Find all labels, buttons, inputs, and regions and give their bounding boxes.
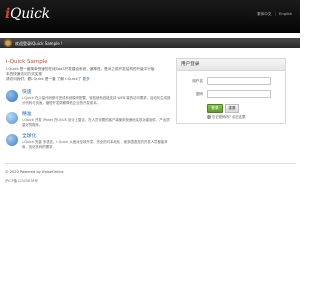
intro-text: i-Quick 是一套简单快速的在线SaaS开发建设系统，速率低，是对之前开发结…: [6, 67, 156, 83]
welcome-text: 欢迎登录iQuick Sample !: [15, 40, 63, 46]
footer-divider: [4, 163, 296, 164]
intro-line-2: 请访问我们，看i-Quick 是一套 了解 i-Quick了 更多: [6, 77, 90, 82]
login-button[interactable]: 登录: [207, 104, 223, 113]
login-panel: 用户登录 用户名 密码 登录 重置 忘记密码吗? 点击这里: [176, 58, 286, 124]
logo[interactable]: iQuick: [5, 6, 50, 26]
password-row: 密码: [177, 90, 285, 98]
lang-traditional-chinese[interactable]: 繁体中文: [257, 12, 271, 16]
username-row: 用户名: [177, 77, 285, 85]
lang-separator: |: [274, 12, 276, 16]
feature-precise-icon: [6, 112, 18, 124]
copyright: © 2020 Powered by iFalseOnline: [5, 170, 64, 174]
welcome-badge-icon: [4, 39, 12, 47]
feature-desc: i-Quick 在少量代码即可完成系统模块配置，轻松使系统能支持 WEB 端的访…: [22, 96, 171, 105]
username-input[interactable]: [207, 77, 271, 85]
welcome-bar: 欢迎登录iQuick Sample !: [0, 38, 300, 48]
feature-title: 精准: [22, 112, 32, 117]
page-title: i-Quick Sample: [6, 59, 48, 65]
header: iQuick 繁体中文 | English: [0, 0, 300, 33]
feature-global-icon: [6, 134, 18, 146]
feature-desc: i-Quick 开发 iPanel 在UI/UX 设计上整合，在人员设置的客户端…: [22, 118, 170, 127]
feature-title: 快速: [22, 90, 32, 95]
feature-title: 全球化: [22, 134, 37, 139]
password-label: 密码: [195, 91, 203, 96]
help-icon: [207, 114, 211, 119]
feature-desc: i-Quick 完善 多语言，i-Quick 从面对全球开发，完全的可本地化，使…: [22, 140, 168, 149]
reset-button[interactable]: 重置: [225, 104, 239, 113]
feature-fast-icon: [6, 90, 18, 102]
more-link[interactable]: 更多: [82, 77, 89, 81]
feature-global: 全球化 i-Quick 完善 多语言，i-Quick 从面对全球开发，完全的可本…: [6, 132, 171, 158]
username-label: 用户名: [192, 78, 203, 83]
language-nav: 繁体中文 | English: [255, 12, 292, 17]
lang-english[interactable]: English: [279, 12, 292, 16]
password-input[interactable]: [207, 90, 271, 98]
forgot-password-link[interactable]: 忘记密码吗? 点击这里: [207, 114, 245, 119]
icp-record[interactable]: 沪ICP备12345678号: [5, 178, 38, 183]
logo-text: Quick: [10, 6, 50, 22]
login-heading: 用户登录: [177, 59, 285, 71]
intro-line-1: i-Quick 是一套简单快速的在线SaaS开发建设系统，速率低，是对之前开发结…: [6, 67, 155, 77]
